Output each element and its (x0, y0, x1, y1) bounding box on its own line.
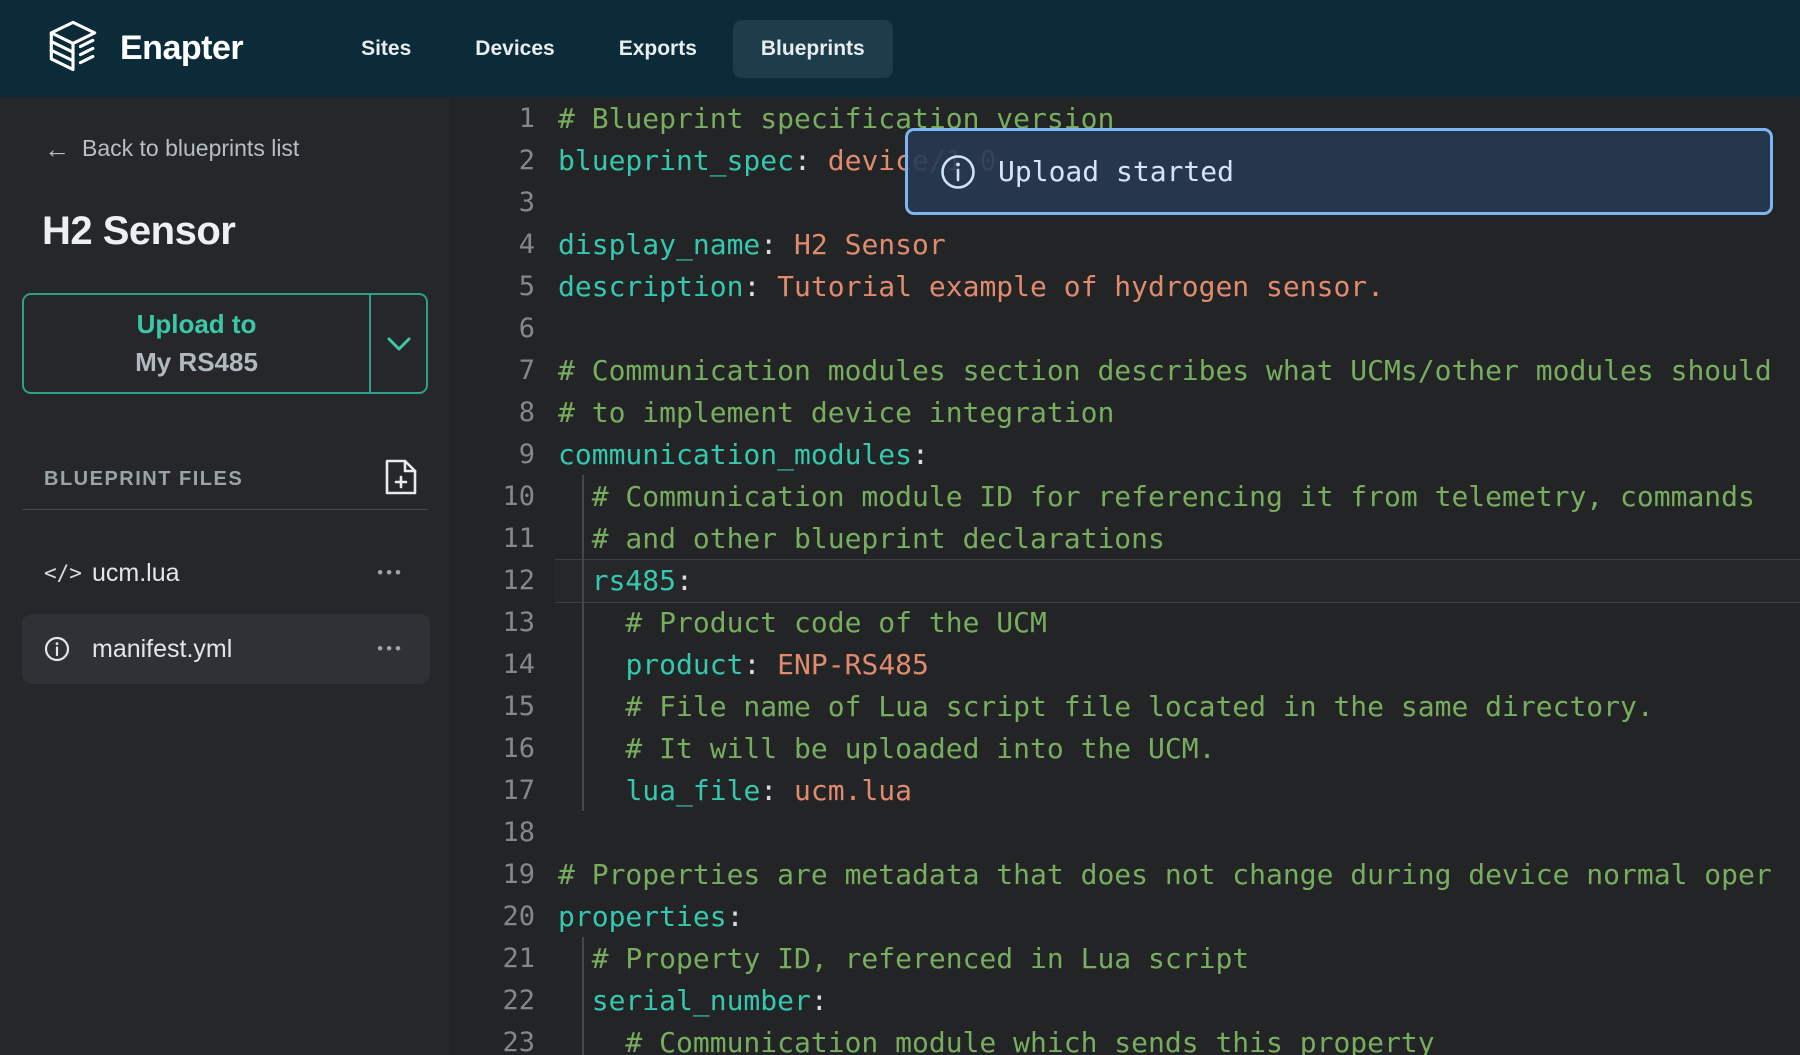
nav-item-sites[interactable]: Sites (333, 20, 439, 78)
line-number: 2 (450, 145, 535, 176)
line-number: 3 (450, 187, 535, 218)
line-number: 4 (450, 229, 535, 260)
code-line: 6 (450, 307, 1800, 349)
nav-item-exports[interactable]: Exports (591, 20, 725, 78)
info-icon (940, 154, 976, 190)
code-line: 8 # to implement device integration (450, 391, 1800, 433)
code-line-text: # and other blueprint declarations (558, 522, 1165, 555)
code-line: 19 # Properties are metadata that does no… (450, 853, 1800, 895)
line-number: 11 (450, 523, 535, 554)
code-line: 5 description: Tutorial example of hydrog… (450, 265, 1800, 307)
code-line: 21 # Property ID, referenced in Lua scri… (450, 937, 1800, 979)
code-line-text: # Properties are metadata that does not … (558, 858, 1772, 891)
code-line: 4 display_name: H2 Sensor (450, 223, 1800, 265)
line-number: 13 (450, 607, 535, 638)
line-number: 10 (450, 481, 535, 512)
line-number: 23 (450, 1027, 535, 1055)
line-number: 21 (450, 943, 535, 974)
top-nav: Enapter Sites Devices Exports Blueprints (0, 0, 1800, 97)
line-number: 22 (450, 985, 535, 1016)
code-line: 13 # Product code of the UCM (450, 601, 1800, 643)
code-line-text: description: Tutorial example of hydroge… (558, 270, 1384, 303)
code-line-text: communication_modules: (558, 438, 929, 471)
sidebar: ← Back to blueprints list H2 Sensor Uplo… (0, 97, 450, 1055)
code-line-text: display_name: H2 Sensor (558, 228, 946, 261)
upload-target-label: My RS485 (135, 344, 258, 382)
info-icon (44, 636, 74, 662)
line-number: 15 (450, 691, 535, 722)
blueprint-files-header: BLUEPRINT FILES (44, 458, 406, 501)
enapter-logo-icon (42, 18, 104, 80)
line-number: 6 (450, 313, 535, 344)
code-line-text: # to implement device integration (558, 396, 1114, 429)
code-line: 17 lua_file: ucm.lua (450, 769, 1800, 811)
line-number: 17 (450, 775, 535, 806)
code-editor[interactable]: 1# Blueprint specification version2bluep… (450, 97, 1800, 1055)
nav-item-devices[interactable]: Devices (447, 20, 582, 78)
line-number: 18 (450, 817, 535, 848)
line-number: 7 (450, 355, 535, 386)
brand-name: Enapter (120, 29, 243, 68)
line-number: 19 (450, 859, 535, 890)
file-item-manifest-yml[interactable]: manifest.yml ••• (22, 614, 430, 684)
code-line-text: # Communication module ID for referencin… (558, 480, 1755, 513)
code-line: 10 # Communication module ID for referen… (450, 475, 1800, 517)
main-nav: Sites Devices Exports Blueprints (333, 20, 893, 78)
nav-item-blueprints[interactable]: Blueprints (733, 20, 893, 78)
add-file-icon (384, 458, 418, 496)
line-number: 16 (450, 733, 535, 764)
file-menu-button[interactable]: ••• (377, 639, 404, 659)
toast-message: Upload started (998, 155, 1234, 188)
line-number: 9 (450, 439, 535, 470)
code-line-text: # It will be uploaded into the UCM. (558, 732, 1215, 765)
code-line: 14 product: ENP-RS485 (450, 643, 1800, 685)
line-number: 20 (450, 901, 535, 932)
upload-dropdown-toggle[interactable] (369, 295, 426, 392)
code-line: 12 rs485: (450, 559, 1800, 601)
back-to-blueprints-link[interactable]: ← Back to blueprints list (44, 135, 299, 162)
line-number: 5 (450, 271, 535, 302)
code-line-text: # Property ID, referenced in Lua script (558, 942, 1249, 975)
back-link-label: Back to blueprints list (82, 135, 299, 162)
code-line: 11 # and other blueprint declarations (450, 517, 1800, 559)
code-line-text: serial_number: (558, 984, 828, 1017)
blueprint-title: H2 Sensor (42, 209, 235, 254)
file-item-ucm-lua[interactable]: </> ucm.lua ••• (22, 545, 430, 601)
code-line: 7 # Communication modules section describ… (450, 349, 1800, 391)
blueprint-files-label: BLUEPRINT FILES (44, 468, 243, 491)
chevron-down-icon (387, 337, 411, 351)
line-number: 1 (450, 103, 535, 134)
line-number: 12 (450, 565, 535, 596)
code-line-text: # Communication modules section describe… (558, 354, 1772, 387)
code-line: 18 (450, 811, 1800, 853)
code-line-text: properties: (558, 900, 743, 933)
code-line-text: lua_file: ucm.lua (558, 774, 912, 807)
code-file-icon: </> (44, 561, 74, 585)
code-line: 16 # It will be uploaded into the UCM. (450, 727, 1800, 769)
brand[interactable]: Enapter (42, 18, 243, 80)
file-menu-button[interactable]: ••• (377, 563, 404, 583)
code-line-text: # File name of Lua script file located i… (558, 690, 1654, 723)
upload-toast[interactable]: Upload started (905, 128, 1773, 215)
code-line: 9 communication_modules: (450, 433, 1800, 475)
upload-button-label: Upload to (137, 306, 257, 344)
upload-button-main[interactable]: Upload to My RS485 (24, 295, 369, 392)
code-line: 20 properties: (450, 895, 1800, 937)
code-line-text: product: ENP-RS485 (558, 648, 929, 681)
code-line: 22 serial_number: (450, 979, 1800, 1021)
line-number: 8 (450, 397, 535, 428)
code-line-text: # Product code of the UCM (558, 606, 1047, 639)
code-line: 23 # Communication module which sends th… (450, 1021, 1800, 1055)
files-divider (22, 509, 428, 510)
line-number: 14 (450, 649, 535, 680)
upload-button[interactable]: Upload to My RS485 (22, 293, 428, 394)
file-name: ucm.lua (92, 559, 180, 588)
code-line-text: # Communication module which sends this … (558, 1026, 1435, 1055)
back-arrow-icon: ← (44, 136, 70, 162)
file-name: manifest.yml (92, 635, 232, 664)
add-file-button[interactable] (384, 458, 418, 501)
code-line: 15 # File name of Lua script file locate… (450, 685, 1800, 727)
code-line-text: rs485: (558, 564, 693, 597)
